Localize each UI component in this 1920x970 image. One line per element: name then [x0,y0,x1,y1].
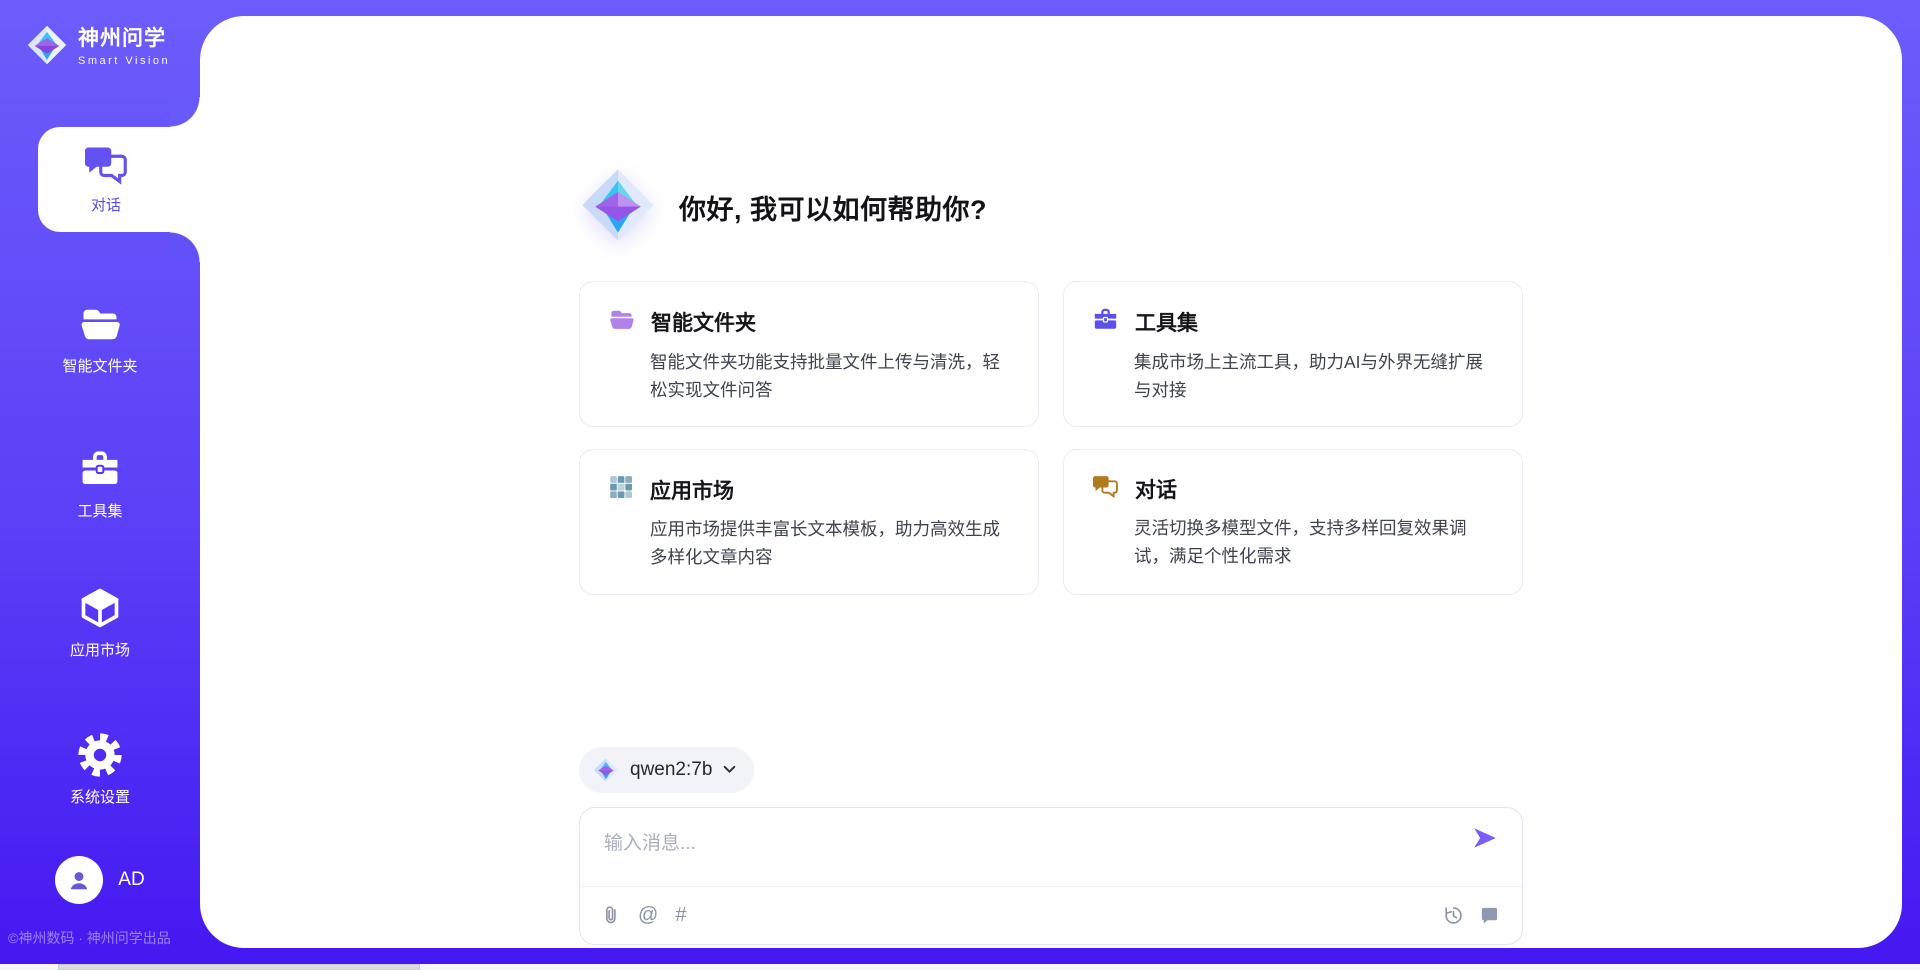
history-icon [1443,905,1464,926]
brand-subtitle: Smart Vision [78,55,170,67]
tab-curve-bottom [170,232,200,262]
avatar [55,856,103,904]
model-selector[interactable]: qwen2:7b [579,747,754,793]
greeting-text: 你好, 我可以如何帮助你? [679,188,987,227]
message-input[interactable] [604,828,1470,886]
message-composer: @ # [579,807,1523,945]
card-toolset[interactable]: 工具集 集成市场上主流工具，助力AI与外界无缝扩展与对接 [1063,281,1523,427]
gear-icon [77,733,123,777]
chevron-down-icon [723,765,736,774]
chat-log-button[interactable] [1479,905,1500,926]
sidebar-item-toolset[interactable]: 工具集 [0,447,200,521]
hash-icon: # [675,904,686,927]
history-button[interactable] [1443,905,1464,926]
card-chat[interactable]: 对话 灵活切换多模型文件，支持多样回复效果调试，满足个性化需求 [1063,449,1523,594]
person-icon [66,867,92,893]
brand-diamond-logo-icon [579,166,657,249]
horizontal-scrollbar-thumb[interactable] [58,964,420,970]
horizontal-scrollbar-track[interactable] [0,964,1920,970]
main-content-panel: 你好, 我可以如何帮助你? 智能文件夹 智能文件夹功能支持批量文件上传与清洗，轻… [200,16,1902,948]
card-description: 智能文件夹功能支持批量文件上传与清洗，轻松实现文件问答 [650,349,1010,404]
sidebar-item-app-market[interactable]: 应用市场 [0,586,200,660]
card-description: 集成市场上主流工具，助力AI与外界无缝扩展与对接 [1134,349,1494,404]
greeting-row: 你好, 我可以如何帮助你? [579,166,1523,249]
sidebar-item-smart-folder[interactable]: 智能文件夹 [0,302,200,376]
paperclip-icon [602,904,621,926]
user-initials: AD [118,869,144,891]
folder-icon [608,306,635,338]
topic-button[interactable]: # [675,904,686,927]
user-profile[interactable]: AD [0,856,200,904]
brand-diamond-logo-icon [26,24,68,66]
card-description: 灵活切换多模型文件，支持多样回复效果调试，满足个性化需求 [1134,515,1494,570]
composer-toolbar: @ # [580,887,1522,944]
send-button[interactable] [1470,818,1500,861]
send-icon [1472,826,1498,850]
brand: 神州问学 Smart Vision [26,22,170,67]
card-title: 智能文件夹 [651,307,756,337]
chat-bubble-icon [1479,905,1500,926]
sidebar-item-label: 应用市场 [70,639,130,660]
cube-icon [77,586,123,630]
model-name: qwen2:7b [630,759,712,781]
chat-duo-icon [1092,474,1119,504]
sidebar-item-label: 智能文件夹 [62,355,137,376]
sidebar-item-chat[interactable]: 对话 [38,127,200,232]
sidebar-item-label: 系统设置 [70,786,130,807]
sidebar-item-label: 工具集 [77,500,122,521]
card-title: 对话 [1135,474,1177,504]
card-smart-folder[interactable]: 智能文件夹 智能文件夹功能支持批量文件上传与清洗，轻松实现文件问答 [579,281,1039,427]
sidebar-item-label: 对话 [91,194,121,215]
at-icon: @ [638,904,658,927]
toolbox-icon [1092,306,1119,338]
copyright-footer: ©神州数码 · 神州问学出品 [8,928,171,948]
attachment-button[interactable] [602,904,621,926]
card-title: 应用市场 [650,475,734,505]
toolbox-icon [77,447,123,491]
brand-name: 神州问学 [78,22,170,52]
sidebar-item-settings[interactable]: 系统设置 [0,733,200,807]
card-title: 工具集 [1135,307,1198,337]
mention-button[interactable]: @ [638,904,658,927]
grid-icon [608,474,634,505]
card-description: 应用市场提供丰富长文本模板，助力高效生成多样化文章内容 [650,516,1010,571]
sidebar: 神州问学 Smart Vision 对话 智能文件夹 [0,0,200,970]
folder-icon [77,302,123,346]
chat-duo-icon [83,144,129,186]
card-app-market[interactable]: 应用市场 应用市场提供丰富长文本模板，助力高效生成多样化文章内容 [579,449,1039,594]
tab-curve-top [170,97,200,127]
model-logo-icon [593,757,619,783]
feature-cards: 智能文件夹 智能文件夹功能支持批量文件上传与清洗，轻松实现文件问答 工具集 [579,281,1523,595]
